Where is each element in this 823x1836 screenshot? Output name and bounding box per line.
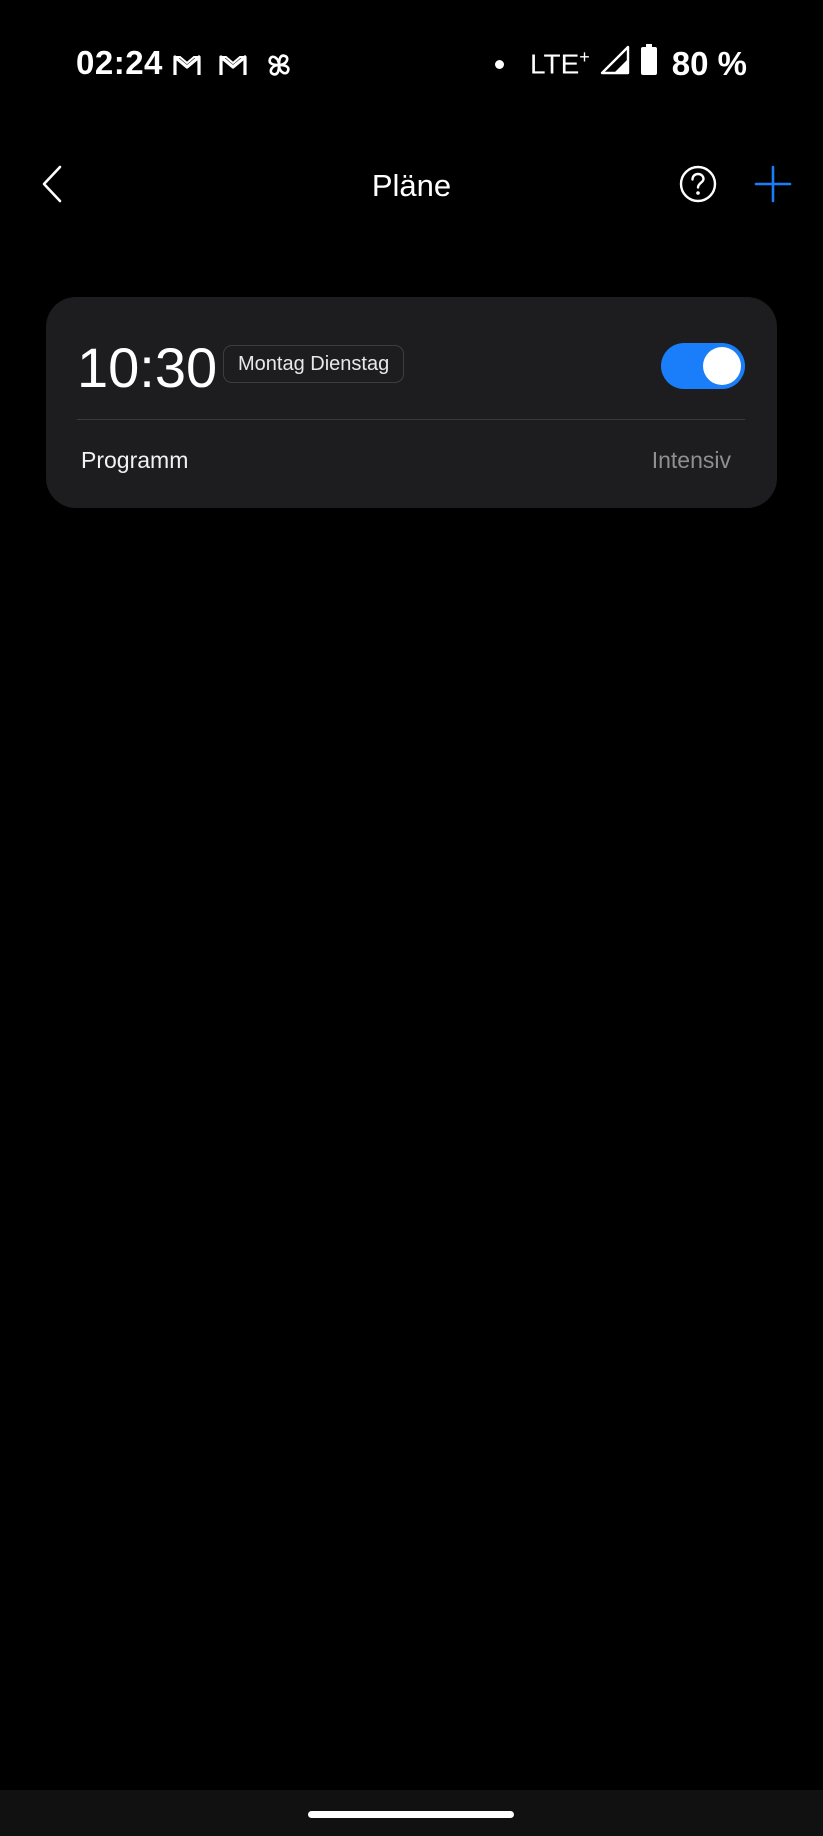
schedule-toggle[interactable]: [661, 343, 745, 389]
network-suffix: +: [579, 47, 590, 68]
schedule-card[interactable]: 10:30 Montag Dienstag Programm Intensiv: [46, 297, 777, 508]
home-indicator[interactable]: [308, 1811, 514, 1818]
signal-icon: [600, 45, 630, 83]
pinwheel-icon: [264, 50, 294, 80]
days-badge: Montag Dienstag: [223, 345, 405, 383]
help-button[interactable]: [678, 164, 718, 204]
dot-icon: [494, 59, 504, 69]
program-row[interactable]: Programm Intensiv: [46, 420, 777, 508]
gmail-icon: [218, 53, 248, 77]
battery-level: 80 %: [671, 45, 747, 82]
schedule-summary: 10:30 Montag Dienstag: [77, 337, 745, 399]
network-type: LTE+: [530, 47, 590, 80]
navigation-bar: [0, 1790, 823, 1836]
network-label: LTE: [529, 48, 580, 80]
battery-icon: [640, 44, 658, 84]
program-label: Programm: [81, 447, 189, 473]
app-header: Pläne: [0, 140, 823, 232]
toggle-knob: [703, 347, 741, 385]
status-time: 02:24: [76, 44, 163, 81]
plus-icon: [753, 165, 793, 208]
add-button[interactable]: [753, 164, 793, 204]
schedule-time: 10:30: [77, 336, 218, 399]
help-icon: [678, 165, 718, 208]
program-value: Intensiv: [651, 447, 731, 473]
status-right: LTE+ 80 %: [494, 44, 747, 84]
status-bar: 02:24 LTE+ 80 %: [0, 0, 823, 130]
gmail-icon: [172, 53, 202, 77]
notification-icons: [172, 50, 294, 80]
